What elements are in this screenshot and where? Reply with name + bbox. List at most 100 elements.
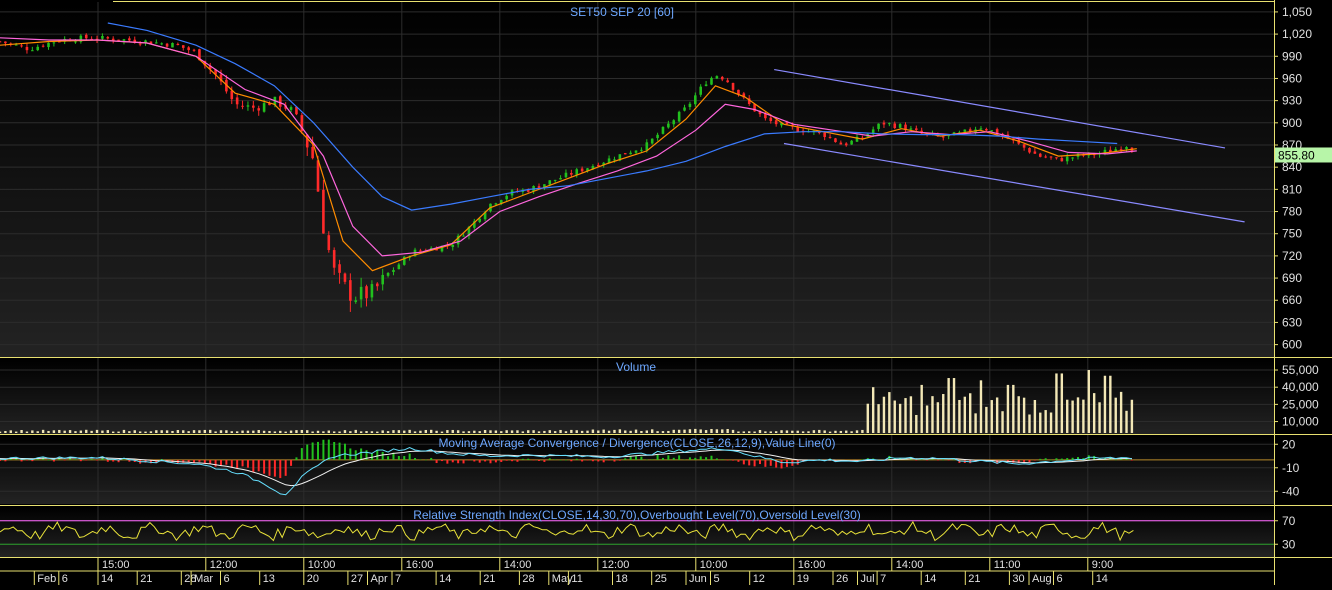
volume-bar: [473, 430, 476, 433]
volume-bar: [300, 429, 304, 433]
macd-histogram-bar: [478, 459, 481, 463]
volume-bar: [904, 398, 907, 433]
candle-body: [106, 37, 110, 39]
macd-histogram-bar: [602, 459, 605, 463]
volume-bar: [338, 431, 341, 433]
date-label: 13: [263, 573, 275, 585]
volume-bar: [332, 431, 336, 433]
macd-y-axis: 20 -10 -40: [1274, 437, 1300, 498]
volume-bar: [602, 429, 605, 433]
macd-histogram-bar: [732, 459, 735, 461]
candle-body: [376, 283, 379, 287]
volume-bar: [1071, 400, 1074, 433]
volume-bar: [1092, 393, 1096, 433]
macd-histogram-bar: [683, 459, 686, 460]
volume-bar: [149, 431, 153, 433]
macd-histogram-bar: [1050, 459, 1053, 461]
volume-bar: [138, 431, 142, 433]
candle-body: [839, 142, 843, 145]
candle-body: [155, 42, 158, 44]
candle-body: [553, 179, 557, 181]
volume-bar: [95, 429, 99, 433]
macd-histogram-bar: [489, 459, 492, 464]
volume-bar: [893, 400, 896, 433]
macd-histogram-bar: [198, 459, 201, 462]
volume-bar: [597, 430, 600, 433]
volume-bar: [656, 431, 659, 433]
macd-histogram-bar: [688, 457, 691, 460]
candle-body: [710, 77, 713, 85]
volume-bar: [1017, 396, 1020, 433]
macd-histogram-bar: [538, 459, 540, 461]
macd-histogram-bar: [273, 459, 276, 477]
rsi-panel: Relative Strength Index(CLOSE,14,30,70),…: [0, 505, 1296, 557]
macd-histogram-bar: [467, 459, 470, 461]
volume-bar: [160, 430, 163, 433]
volume-bar: [801, 431, 805, 433]
rsi-tick-label: 70: [1282, 514, 1296, 528]
volume-bar: [1060, 373, 1064, 433]
volume-bar: [1076, 397, 1080, 433]
macd-histogram-bar: [349, 448, 352, 460]
volume-bar: [273, 431, 277, 433]
macd-histogram-bar: [618, 459, 621, 461]
volume-bar: [74, 431, 77, 433]
volume-bar: [106, 430, 109, 433]
volume-bar: [553, 431, 557, 433]
price-tick-label: 990: [1282, 49, 1302, 63]
macd-histogram-bar: [748, 459, 751, 466]
macd-histogram-bar: [926, 459, 929, 461]
volume-bar: [1109, 375, 1112, 433]
volume-bar: [63, 430, 66, 433]
macd-histogram-bar: [710, 455, 713, 460]
candle-body: [1125, 147, 1128, 150]
macd-histogram-bar: [608, 459, 611, 461]
macd-histogram-bar: [90, 458, 93, 460]
volume-bar: [209, 429, 212, 433]
candle-body: [241, 105, 244, 107]
volume-bar: [505, 430, 508, 433]
volume-bar: [785, 430, 789, 433]
volume-bar: [36, 431, 39, 433]
macd-histogram-bar: [317, 441, 320, 460]
candle-body: [699, 86, 702, 95]
volume-bar: [392, 430, 395, 433]
macd-histogram-bar: [780, 459, 783, 469]
macd-panel-title: Moving Average Convergence / Divergence(…: [438, 436, 835, 450]
time-label: 14:00: [896, 559, 924, 571]
volume-bar: [1028, 414, 1031, 433]
candle-body: [117, 39, 120, 41]
volume-bar: [812, 430, 816, 433]
volume-bar: [882, 396, 886, 433]
volume-bar: [494, 430, 498, 433]
time-label: 12:00: [210, 559, 238, 571]
stock-chart: SET50 SEP 20 [60] 1,050 1,020 990 960 930 900…: [0, 0, 1332, 585]
date-label: 30: [1012, 573, 1024, 585]
macd-histogram-bar: [570, 459, 573, 462]
candle-body: [548, 180, 552, 185]
candle-body: [122, 39, 126, 41]
volume-bar: [575, 430, 578, 433]
candle-body: [796, 127, 800, 132]
macd-histogram-bar: [397, 455, 400, 460]
volume-bar: [257, 429, 260, 433]
date-label: 14: [439, 573, 451, 585]
macd-histogram-bar: [953, 459, 956, 461]
candle-body: [882, 122, 886, 125]
macd-histogram-bar: [661, 457, 664, 460]
candle-body: [252, 105, 255, 108]
price-tick-label: 750: [1282, 227, 1302, 241]
volume-bar: [726, 429, 729, 433]
candle-body: [235, 97, 239, 105]
volume-bar: [640, 431, 643, 433]
macd-histogram-bar: [63, 459, 66, 461]
volume-bar: [203, 429, 207, 433]
macd-histogram-bar: [122, 459, 125, 460]
volume-bar: [316, 430, 320, 433]
macd-histogram-bar: [1060, 458, 1063, 460]
candle-body: [667, 123, 670, 128]
date-label: 6: [1057, 573, 1063, 585]
candle-body: [1055, 157, 1058, 159]
candle-body: [580, 168, 584, 172]
macd-panel: Moving Average Convergence / Divergence(…: [0, 434, 1300, 504]
